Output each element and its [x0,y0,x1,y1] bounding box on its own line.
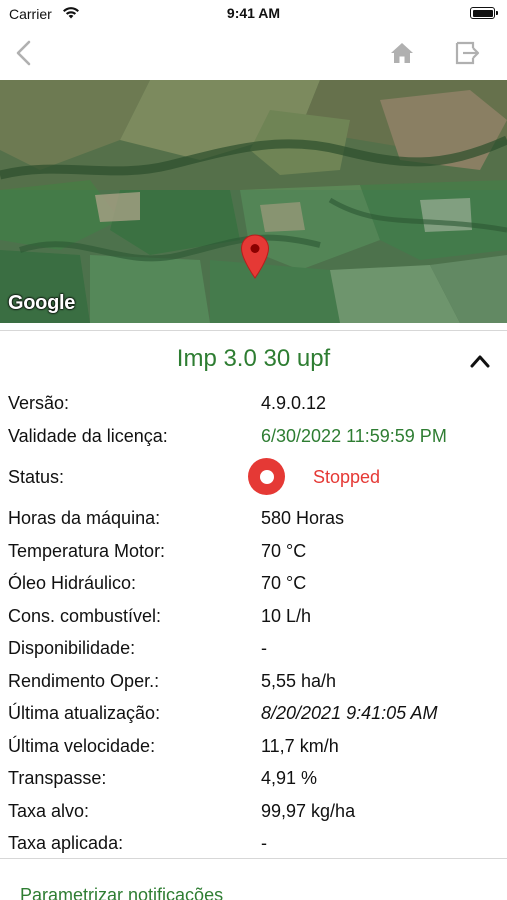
version-label: Versão: [8,393,70,413]
home-button[interactable] [389,40,415,66]
back-button[interactable] [12,38,36,68]
status-bar: Carrier 9:41 AM [0,0,507,28]
availability-value: - [261,638,267,658]
target-rate-label: Taxa alvo: [8,800,90,821]
collapse-button[interactable] [467,350,493,372]
license-label: Validade da licença: [8,425,168,446]
fuel-label: Cons. combustível: [8,605,162,626]
overlap-value: 4,91 % [261,768,318,788]
divider [0,858,507,859]
target-rate-value: 99,97 kg/ha [261,800,356,821]
home-icon [391,43,413,63]
last-update-value: 8/20/2021 9:41:05 AM [261,703,438,723]
detail-row-target-rate: Taxa alvo: 99,97 kg/ha [0,795,507,828]
device-title: Imp 3.0 30 upf [176,345,331,372]
detail-row-version: Versão: 4.9.0.12 [0,387,507,420]
license-value: 6/30/2022 11:59:59 PM [261,425,447,446]
logout-icon [455,41,480,65]
logout-button[interactable] [453,39,481,67]
map-terrain [0,80,507,323]
detail-row-overlap: Transpasse: 4,91 % [0,762,507,795]
availability-label: Disponibilidade: [8,638,136,658]
satellite-map[interactable]: Google [0,80,507,323]
chevron-left-icon [16,40,31,66]
machine-hours-label: Horas da máquina: [8,508,161,528]
last-update-label: Última atualização: [8,703,161,723]
overlap-label: Transpasse: [8,768,107,788]
stop-record-icon [248,458,285,495]
google-attribution: Google [8,292,76,314]
hydraulic-oil-value: 70 °C [261,573,307,593]
detail-row-engine-temp: Temperatura Motor: 70 °C [0,535,507,568]
detail-row-yield: Rendimento Oper.: 5,55 ha/h [0,665,507,698]
status-label: Status: [8,467,65,487]
detail-row-last-speed: Última velocidade: 11,7 km/h [0,730,507,763]
version-value: 4.9.0.12 [261,393,327,413]
detail-row-fuel: Cons. combustível: 10 L/h [0,600,507,633]
applied-rate-label: Taxa aplicada: [8,833,124,853]
engine-temp-label: Temperatura Motor: [8,540,166,561]
battery-icon [470,7,498,19]
notifications-settings-link[interactable]: Parametrizar notificações [20,885,223,900]
yield-label: Rendimento Oper.: [8,670,160,691]
detail-row-hydraulic-oil: Óleo Hidráulico: 70 °C [0,567,507,600]
detail-row-last-update: Última atualização: 8/20/2021 9:41:05 AM [0,697,507,730]
detail-row-status: Status: Stopped [0,452,507,502]
yield-value: 5,55 ha/h [261,670,337,691]
detail-row-availability: Disponibilidade: - [0,632,507,665]
detail-row-applied-rate: Taxa aplicada: - [0,827,507,860]
fuel-value: 10 L/h [261,605,312,626]
device-details: Versão: 4.9.0.12 Validade da licença: 6/… [0,387,507,860]
detail-row-license: Validade da licença: 6/30/2022 11:59:59 … [0,420,507,453]
chevron-up-icon [470,355,490,368]
status-value: Stopped [313,467,381,487]
last-speed-value: 11,7 km/h [261,735,339,756]
clock: 9:41 AM [226,5,281,21]
divider [0,330,507,331]
detail-row-machine-hours: Horas da máquina: 580 Horas [0,502,507,535]
applied-rate-value: - [261,833,267,853]
navigation-bar [0,28,507,78]
last-speed-label: Última velocidade: [8,735,156,756]
hydraulic-oil-label: Óleo Hidráulico: [8,573,137,593]
battery-level [472,9,493,17]
location-pin-icon[interactable] [240,234,270,280]
machine-hours-value: 580 Horas [261,508,345,528]
engine-temp-value: 70 °C [261,540,307,561]
